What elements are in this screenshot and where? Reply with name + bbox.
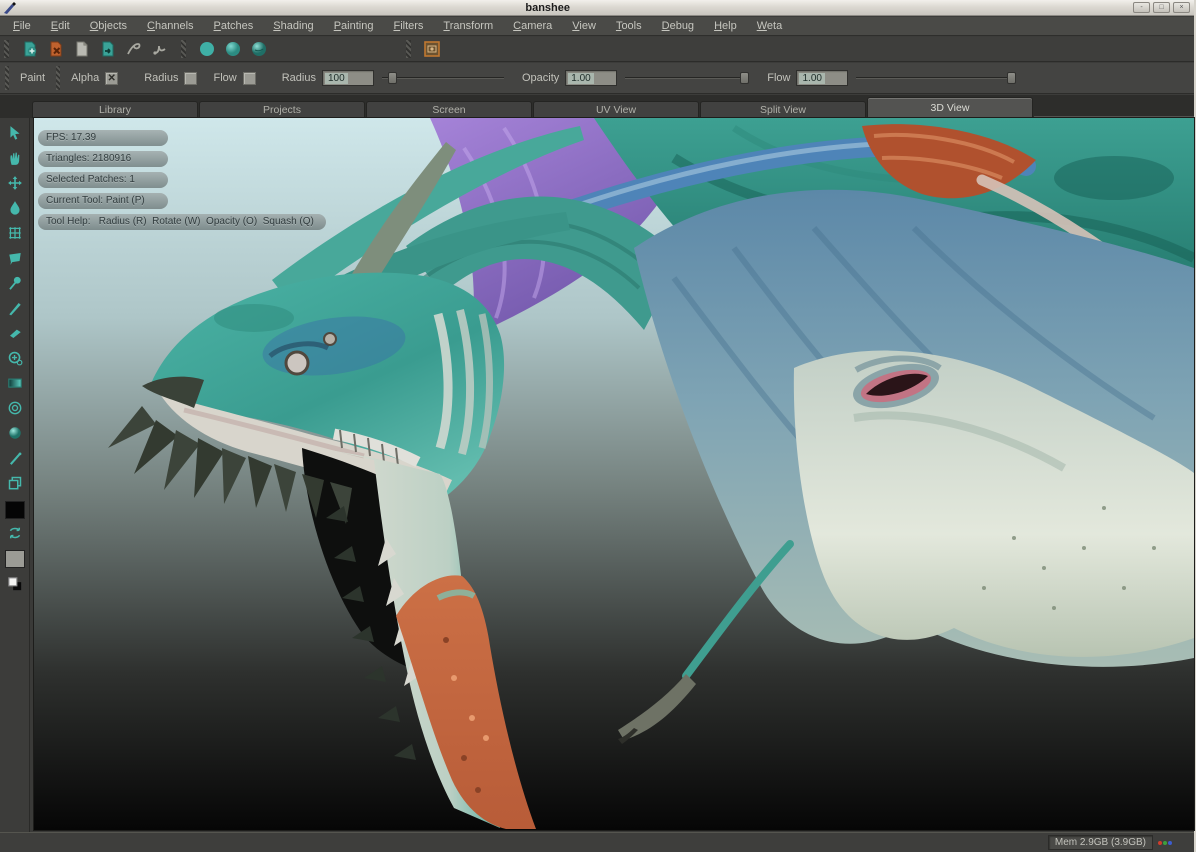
menu-patches[interactable]: Patches — [205, 18, 263, 34]
paintbar-drag-handle[interactable] — [56, 66, 60, 90]
mesh-grid-icon[interactable] — [4, 222, 26, 244]
toolbar-drag-handle[interactable] — [406, 40, 411, 58]
alpha-checkbox[interactable]: ✕ — [105, 72, 118, 85]
menu-transform[interactable]: Transform — [434, 18, 502, 34]
maximize-button[interactable]: □ — [1153, 2, 1170, 13]
radius-label: Radius — [282, 72, 316, 84]
view-tabs: Library Projects Screen UV View Split Vi… — [0, 95, 1194, 118]
save-project-icon[interactable] — [73, 40, 91, 58]
shading-textured-icon[interactable] — [250, 40, 268, 58]
menu-tools[interactable]: Tools — [607, 18, 651, 34]
menu-painting[interactable]: Painting — [325, 18, 383, 34]
eraser-icon[interactable] — [4, 322, 26, 344]
tab-split-view[interactable]: Split View — [700, 101, 866, 118]
color-channels-icon — [1158, 841, 1172, 845]
foreground-color-swatch[interactable] — [5, 501, 25, 519]
toolbar-drag-handle[interactable] — [181, 40, 186, 58]
sphere-paint-icon[interactable] — [4, 422, 26, 444]
radius-input[interactable]: 100 — [322, 70, 374, 86]
curve-tool-icon[interactable] — [125, 40, 143, 58]
tab-uv-view[interactable]: UV View — [533, 101, 699, 118]
opacity-slider[interactable] — [625, 71, 749, 85]
pen-icon[interactable] — [4, 447, 26, 469]
blur-rings-icon[interactable] — [4, 397, 26, 419]
gradient-rect-icon[interactable] — [4, 372, 26, 394]
menu-channels[interactable]: Channels — [138, 18, 203, 34]
flow-slider[interactable] — [856, 71, 1016, 85]
close-button[interactable]: × — [1173, 2, 1190, 13]
menu-debug[interactable]: Debug — [653, 18, 703, 34]
menu-camera[interactable]: Camera — [504, 18, 561, 34]
new-project-icon[interactable] — [21, 40, 39, 58]
viewport-hud: FPS: 17.39 Triangles: 2180916 Selected P… — [38, 130, 326, 230]
opacity-slider-handle[interactable] — [740, 72, 749, 84]
paint-properties-bar: Paint Alpha ✕ Radius Flow Radius 100 Opa… — [0, 63, 1194, 94]
flow-slider-handle[interactable] — [1007, 72, 1016, 84]
flow-checkbox[interactable] — [243, 72, 256, 85]
main-area: FPS: 17.39 Triangles: 2180916 Selected P… — [0, 118, 1194, 832]
menu-view[interactable]: View — [563, 18, 605, 34]
import-project-icon[interactable] — [99, 40, 117, 58]
titlebar[interactable]: banshee - □ × — [0, 0, 1194, 16]
opacity-label: Opacity — [522, 72, 559, 84]
menu-help[interactable]: Help — [705, 18, 746, 34]
tab-projects[interactable]: Projects — [199, 101, 365, 118]
flow-label: Flow — [767, 72, 790, 84]
radius-toggle-label: Radius — [144, 72, 178, 84]
snapshot-icon[interactable] — [423, 40, 441, 58]
default-colors-icon[interactable] — [4, 573, 26, 595]
3d-viewport[interactable]: FPS: 17.39 Triangles: 2180916 Selected P… — [34, 118, 1194, 830]
brush-icon[interactable] — [4, 297, 26, 319]
hud-tool-help: Tool Help: Radius (R) Rotate (W) Opacity… — [38, 214, 326, 230]
app-window: banshee - □ × File Edit Objects Channels… — [0, 0, 1196, 852]
status-bar: Mem 2.9GB (3.9GB) — [0, 832, 1194, 852]
background-color-swatch[interactable] — [5, 550, 25, 568]
hud-triangles: Triangles: 2180916 — [38, 151, 168, 167]
flow-toggle-label: Flow — [213, 72, 236, 84]
select-arrow-icon[interactable] — [4, 122, 26, 144]
alpha-label: Alpha — [71, 72, 99, 84]
close-project-icon[interactable] — [47, 40, 65, 58]
menu-weta[interactable]: Weta — [748, 18, 791, 34]
clone-stamp-icon[interactable] — [4, 347, 26, 369]
droplet-icon[interactable] — [4, 197, 26, 219]
opacity-input[interactable]: 1.00 — [565, 70, 617, 86]
toolbar-drag-handle[interactable] — [4, 40, 9, 58]
hud-current-tool: Current Tool: Paint (P) — [38, 193, 168, 209]
pin-icon[interactable] — [4, 272, 26, 294]
hud-fps: FPS: 17.39 — [38, 130, 168, 146]
patch-icon[interactable] — [4, 247, 26, 269]
menu-shading[interactable]: Shading — [264, 18, 322, 34]
shading-smooth-icon[interactable] — [224, 40, 242, 58]
spline-tool-icon[interactable] — [151, 40, 169, 58]
copy-patch-icon[interactable] — [4, 472, 26, 494]
tab-screen[interactable]: Screen — [366, 101, 532, 118]
pan-hand-icon[interactable] — [4, 147, 26, 169]
radius-checkbox[interactable] — [184, 72, 197, 85]
main-toolbar — [0, 37, 1194, 62]
paintbar-drag-handle[interactable] — [5, 66, 9, 90]
menu-filters[interactable]: Filters — [384, 18, 432, 34]
memory-usage: Mem 2.9GB (3.9GB) — [1048, 835, 1153, 850]
swap-colors-icon[interactable] — [4, 522, 26, 544]
tab-library[interactable]: Library — [32, 101, 198, 118]
hud-selected-patches: Selected Patches: 1 — [38, 172, 168, 188]
move-icon[interactable] — [4, 172, 26, 194]
window-title: banshee — [0, 2, 1130, 14]
minimize-button[interactable]: - — [1133, 2, 1150, 13]
menu-bar: File Edit Objects Channels Patches Shadi… — [0, 17, 1194, 36]
shading-flat-icon[interactable] — [198, 40, 216, 58]
menu-edit[interactable]: Edit — [42, 18, 79, 34]
tool-name-label: Paint — [20, 72, 45, 84]
tool-palette — [0, 118, 30, 832]
menu-objects[interactable]: Objects — [81, 18, 136, 34]
flow-input[interactable]: 1.00 — [796, 70, 848, 86]
tab-3d-view[interactable]: 3D View — [867, 97, 1033, 118]
radius-slider[interactable] — [382, 71, 504, 85]
menu-file[interactable]: File — [4, 18, 40, 34]
radius-slider-handle[interactable] — [388, 72, 397, 84]
